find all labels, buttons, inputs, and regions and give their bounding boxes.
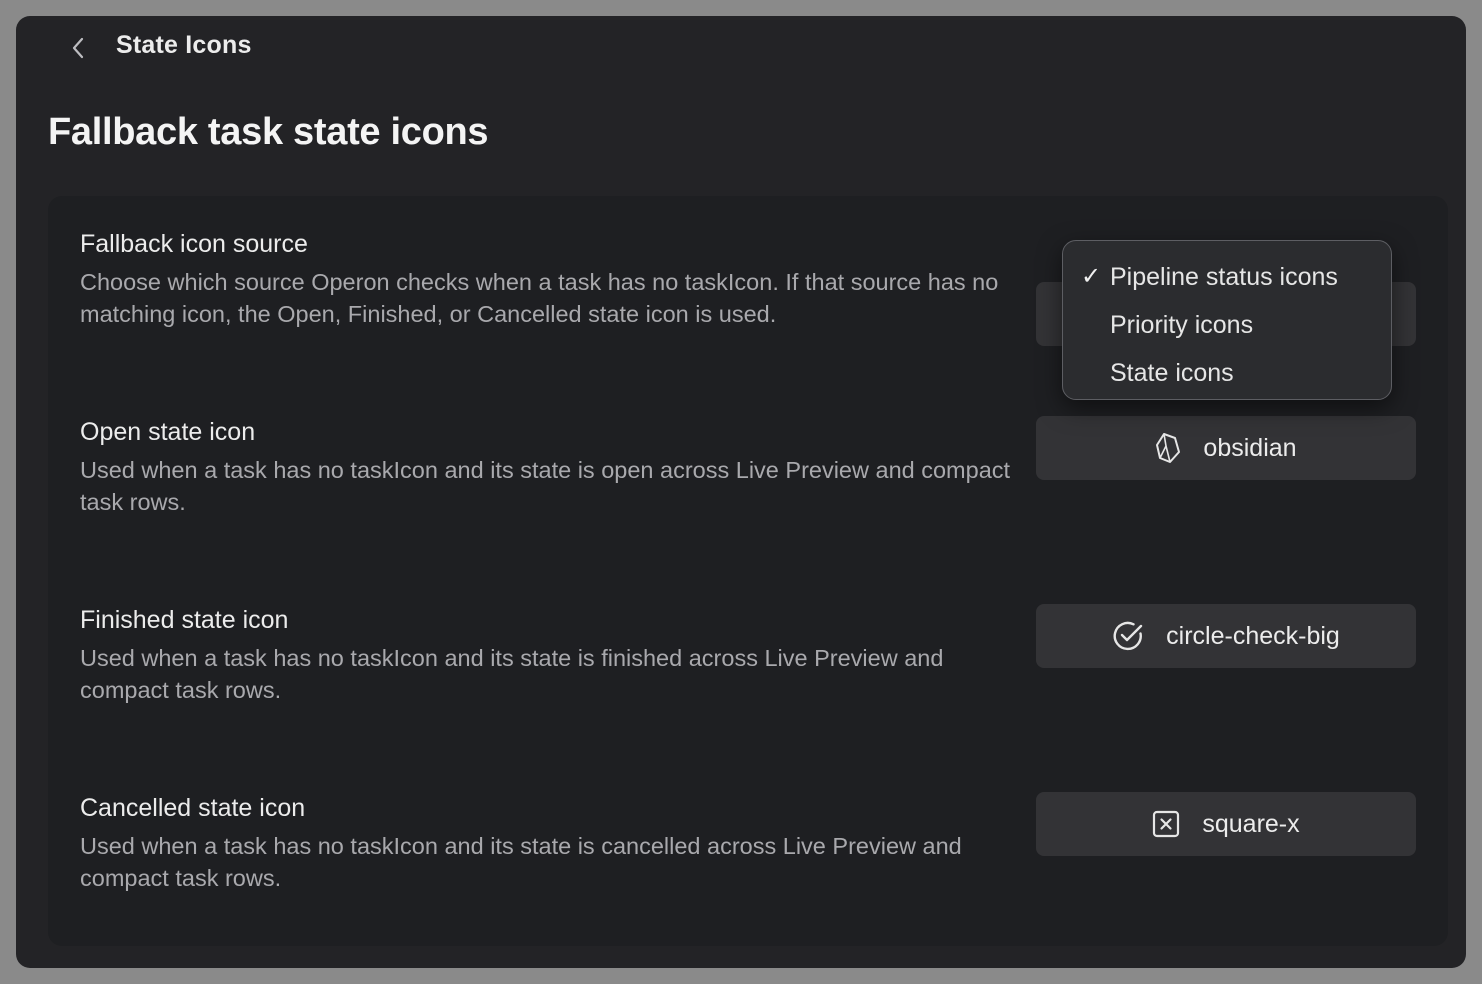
setting-finished-state-icon: Finished state icon Used when a task has… [80,604,1416,706]
circle-check-big-icon [1113,621,1143,651]
cancelled-state-icon-button[interactable]: square-x [1036,792,1416,856]
chevron-left-icon [72,37,84,59]
square-x-icon [1153,810,1180,838]
setting-description: Choose which source Operon checks when a… [80,269,999,327]
icon-name-label: obsidian [1203,433,1297,462]
fallback-source-dropdown-menu: ✓ Pipeline status icons Priority icons S… [1062,240,1392,400]
setting-description: Used when a task has no taskIcon and its… [80,833,962,891]
dropdown-option-priority-icons[interactable]: Priority icons [1063,301,1391,349]
setting-cancelled-state-icon: Cancelled state icon Used when a task ha… [80,792,1416,894]
header: State Icons [16,16,1466,80]
obsidian-icon [1156,433,1181,463]
finished-state-icon-button[interactable]: circle-check-big [1036,604,1416,668]
page-title: Fallback task state icons [48,111,489,153]
header-title: State Icons [116,31,252,59]
icon-name-label: square-x [1202,809,1300,838]
dropdown-option-state-icons[interactable]: State icons [1063,349,1391,397]
dropdown-option-label: Pipeline status icons [1110,263,1338,291]
settings-window: State Icons Fallback task state icons Fa… [16,16,1466,968]
icon-name-label: circle-check-big [1166,621,1340,650]
setting-description: Used when a task has no taskIcon and its… [80,645,944,703]
open-state-icon-button[interactable]: obsidian [1036,416,1416,480]
checkmark-icon: ✓ [1081,263,1102,290]
dropdown-option-label: Priority icons [1110,311,1254,339]
back-button[interactable] [64,32,92,64]
setting-description: Used when a task has no taskIcon and its… [80,457,1011,515]
dropdown-option-label: State icons [1110,359,1234,387]
setting-open-state-icon: Open state icon Used when a task has no … [80,416,1416,518]
dropdown-option-pipeline-status-icons[interactable]: ✓ Pipeline status icons [1063,253,1391,301]
